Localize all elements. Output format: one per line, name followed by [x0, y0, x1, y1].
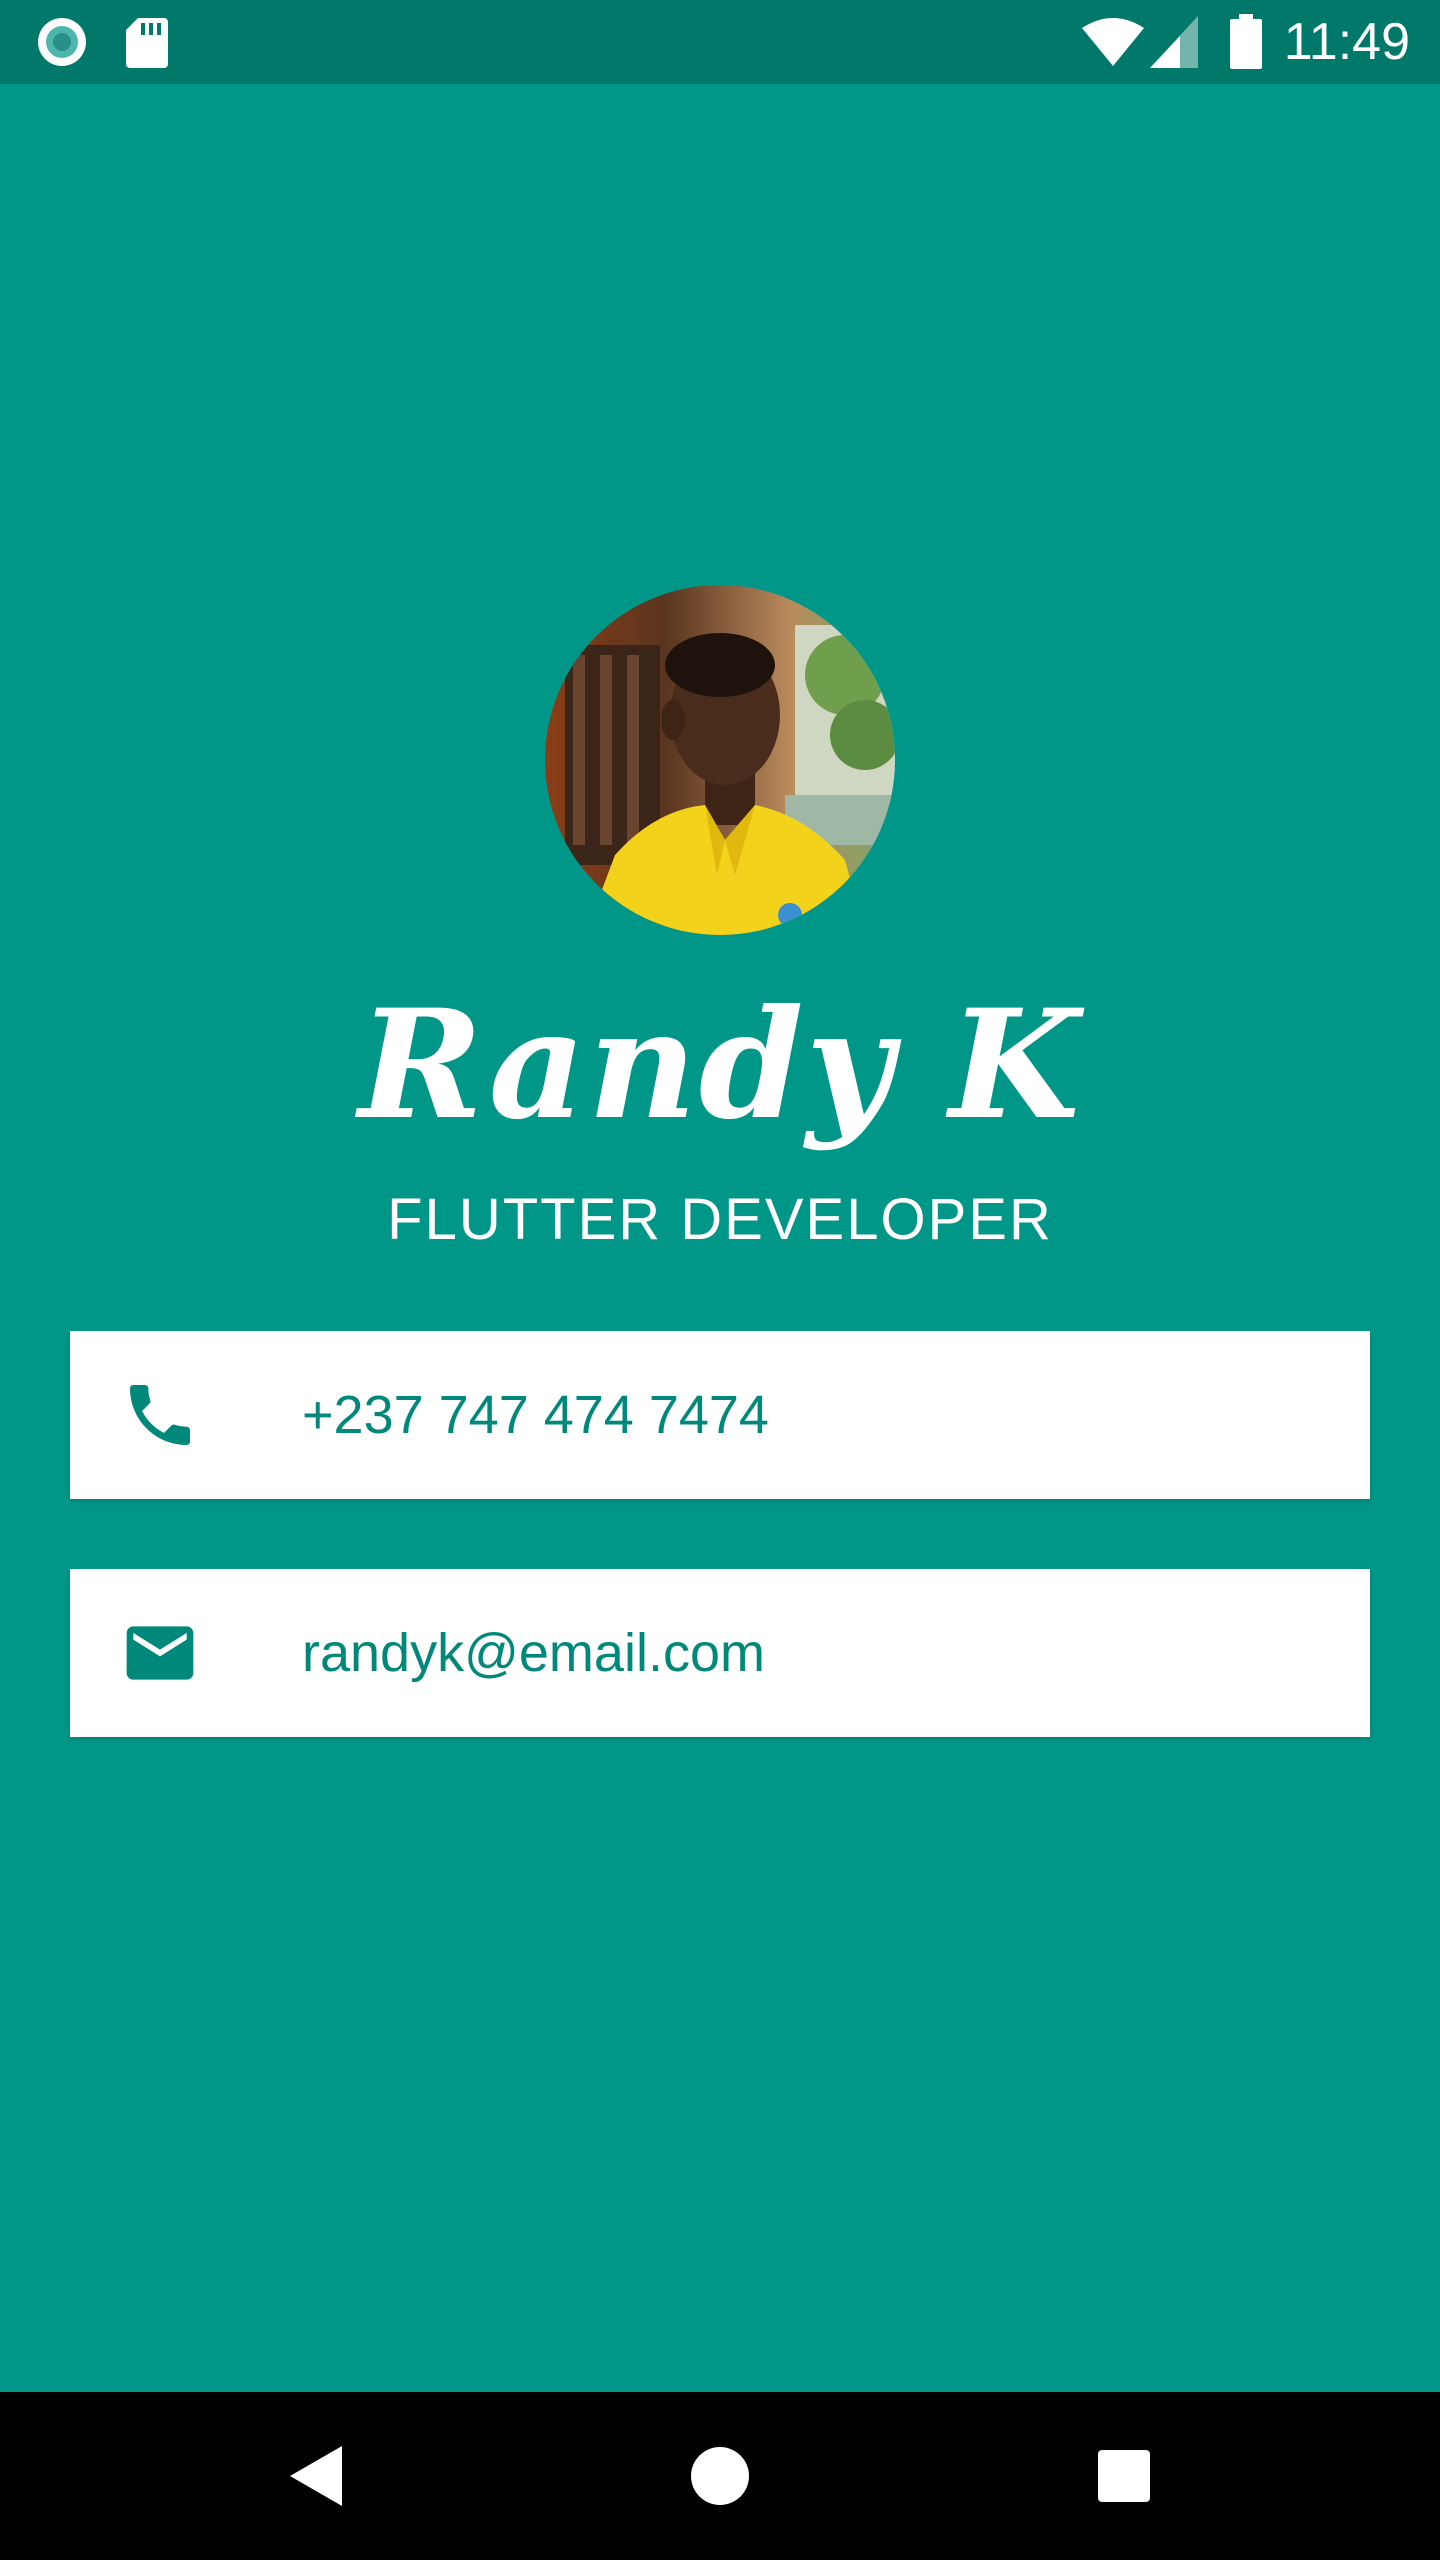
status-time: 11:49 [1283, 13, 1410, 71]
mail-icon [126, 1626, 194, 1680]
home-icon[interactable] [670, 2426, 770, 2526]
email-address[interactable]: randyk@email.com [302, 1569, 765, 1737]
status-bar: 11:49 [0, 0, 1440, 84]
email-card[interactable]: randyk@email.com [70, 1569, 1370, 1737]
profile-name: Randy K [358, 977, 1082, 1153]
phone-number[interactable]: +237 747 474 7474 [302, 1331, 769, 1499]
avatar[interactable] [545, 585, 895, 935]
profile-photo [545, 585, 895, 935]
notification-ring-icon [38, 18, 86, 66]
wifi-icon [1082, 18, 1144, 66]
recents-icon[interactable] [1074, 2426, 1174, 2526]
profile-title: FLUTTER DEVELOPER [387, 1187, 1053, 1252]
battery-icon [1230, 14, 1262, 69]
navigation-bar [0, 2392, 1440, 2560]
back-icon[interactable] [266, 2426, 366, 2526]
cellular-signal-icon [1150, 16, 1198, 68]
phone-card[interactable]: +237 747 474 7474 [70, 1331, 1370, 1499]
sd-card-icon [126, 18, 168, 68]
app-screen: 11:49 Randy K FLUTTER DEVELOPER +237 747… [0, 0, 1440, 2560]
phone-icon [130, 1385, 190, 1445]
